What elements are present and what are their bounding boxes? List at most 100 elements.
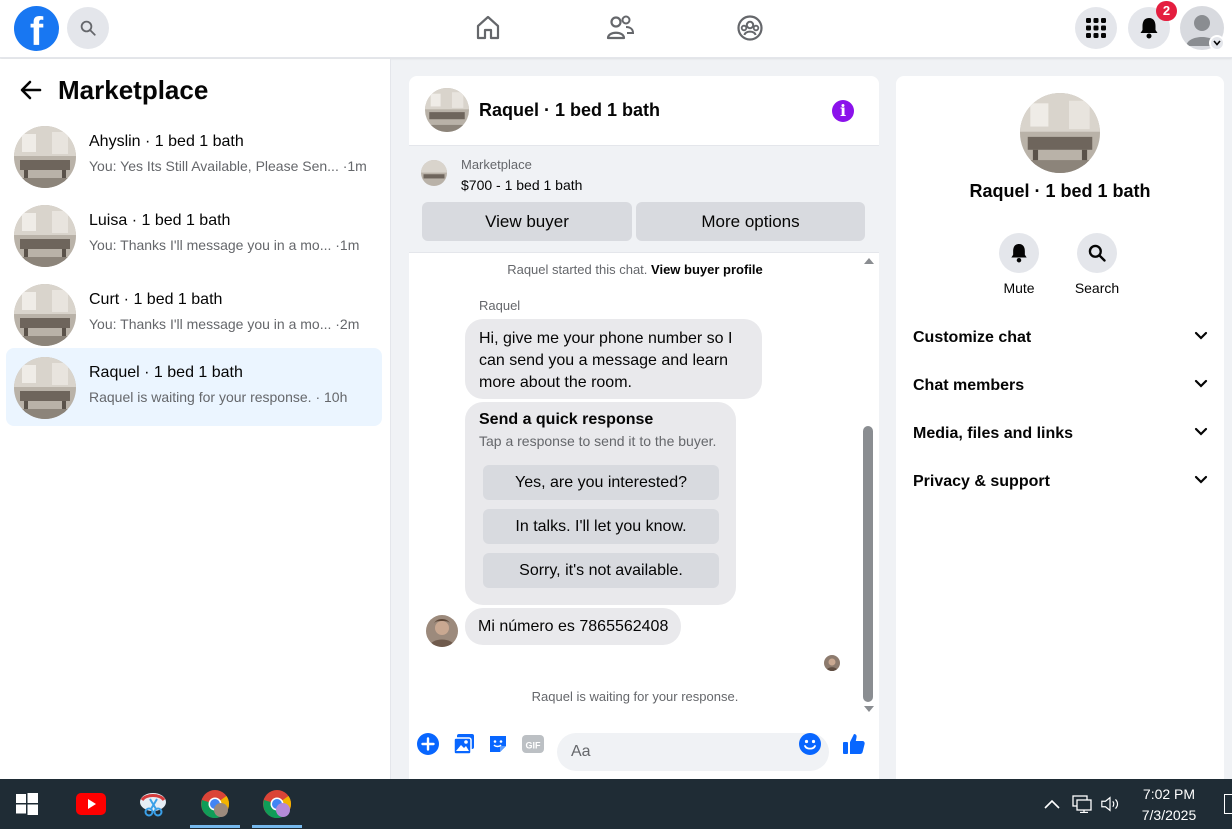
thumbs-up-icon [843,734,865,754]
listing-thumbnail [14,284,76,346]
conversation-title: Ahyslin · 1 bed 1 bath [89,133,244,150]
chrome-icon [201,790,229,819]
scrollbar-thumb[interactable] [863,426,873,702]
listing-thumbnail [421,160,447,186]
facebook-logo-icon[interactable]: f [14,6,59,51]
message-input[interactable] [557,733,829,771]
chrome-icon [263,790,291,819]
quick-response-option[interactable]: In talks. I'll let you know. [483,509,719,544]
back-arrow-icon[interactable] [20,80,42,100]
grid-menu-icon [1086,18,1106,38]
scroll-down-arrow-icon[interactable] [864,706,874,712]
chevron-down-icon [1194,379,1208,388]
conversation-snippet: You: Yes Its Still Available, Please Sen… [89,158,367,174]
listing-thumbnail [14,357,76,419]
chevron-down-icon [1213,40,1221,46]
network-tray-icon[interactable] [1072,794,1092,814]
chrome-profile-taskbar-item[interactable] [261,788,293,820]
message-thread: Raquel started this chat. View buyer pro… [409,254,879,716]
speaker-icon [1101,796,1119,812]
chat-avatar-large[interactable] [1020,93,1100,173]
conversation-item-luisa[interactable]: Luisa · 1 bed 1 bath You: Thanks I'll me… [6,196,382,274]
youtube-taskbar-item[interactable] [75,788,107,820]
incoming-message-bubble[interactable]: Hi, give me your phone number so I can s… [465,319,762,399]
emoji-button[interactable] [798,732,822,756]
message-scrollbar[interactable] [861,254,875,716]
plus-circle-icon [417,733,439,755]
more-options-button[interactable]: More options [636,202,865,241]
listing-price[interactable]: $700 - 1 bed 1 bath [461,177,582,193]
scroll-up-arrow-icon[interactable] [864,258,874,264]
volume-tray-icon[interactable] [1100,794,1120,814]
privacy-support-section[interactable]: Privacy & support [896,461,1224,505]
groups-tab[interactable] [734,12,766,44]
chrome-taskbar-item[interactable] [199,788,231,820]
view-buyer-button[interactable]: View buyer [422,202,632,241]
chat-header: Raquel · 1 bed 1 bath i [409,76,879,146]
sidebar-header: Marketplace [20,73,208,107]
quick-response-subtitle: Tap a response to send it to the buyer. [479,433,717,449]
attach-photo-button[interactable] [452,732,476,756]
chat-title[interactable]: Raquel · 1 bed 1 bath [479,100,660,121]
sender-avatar[interactable] [426,615,458,647]
scissors-icon [140,793,166,817]
groups-icon [737,15,763,41]
quick-response-option[interactable]: Yes, are you interested? [483,465,719,500]
menu-button[interactable] [1075,7,1117,49]
friends-tab[interactable] [604,12,636,44]
home-tab[interactable] [472,12,504,44]
details-title: Raquel · 1 bed 1 bath [969,181,1151,201]
chat-avatar[interactable] [425,88,469,132]
sticker-button[interactable] [486,732,510,756]
chevron-down-icon [1194,427,1208,436]
account-menu-toggle[interactable] [1209,35,1225,51]
quick-response-card: Send a quick response Tap a response to … [465,402,736,605]
show-hidden-icons-button[interactable] [1042,794,1062,814]
quick-response-option[interactable]: Sorry, it's not available. [483,553,719,588]
conversation-item-curt[interactable]: Curt · 1 bed 1 bath You: Thanks I'll mes… [6,275,382,353]
seen-receipt-avatar [824,655,840,671]
search-icon [80,20,96,36]
chat-details-panel: Raquel · 1 bed 1 bath Mute Search Custom… [896,76,1224,779]
customize-chat-section[interactable]: Customize chat [896,317,1224,361]
listing-banner: Marketplace $700 - 1 bed 1 bath View buy… [409,146,879,253]
start-button[interactable] [11,788,43,820]
chat-start-text: Raquel started this chat. [507,262,648,277]
home-icon [476,15,500,40]
clock-date: 7/3/2025 [1141,807,1197,823]
emoji-icon [799,733,821,755]
conversation-item-raquel[interactable]: Raquel · 1 bed 1 bath Raquel is waiting … [6,348,382,426]
gif-button[interactable]: GIF [521,732,545,756]
section-label: Privacy & support [913,473,1050,490]
system-clock[interactable]: 7:02 PM 7/3/2025 [1130,784,1208,826]
listing-source-label: Marketplace [461,157,532,172]
conversation-title: Curt · 1 bed 1 bath [89,291,223,308]
quick-response-title: Send a quick response [479,411,654,428]
search-in-chat-button[interactable] [1077,233,1117,273]
section-label: Customize chat [913,329,1032,346]
info-icon[interactable]: i [832,100,854,122]
send-like-button[interactable] [842,732,866,756]
notification-count-badge: 2 [1156,1,1177,21]
mute-button[interactable] [999,233,1039,273]
svg-text:GIF: GIF [526,741,542,751]
mute-action[interactable]: Mute [989,233,1049,296]
listing-thumbnail [14,126,76,188]
search-action[interactable]: Search [1067,233,1127,296]
search-button[interactable] [67,7,109,49]
more-actions-button[interactable] [416,732,440,756]
gif-icon: GIF [522,735,544,753]
show-desktop-button[interactable] [1224,794,1232,814]
incoming-message-bubble[interactable]: Mi número es 7865562408 [465,608,682,645]
clock-time: 7:02 PM [1142,786,1196,802]
conversation-list-panel: Marketplace Ahyslin · 1 bed 1 bath You: … [0,59,391,779]
conversation-item-ahyslin[interactable]: Ahyslin · 1 bed 1 bath You: Yes Its Stil… [6,117,382,195]
mute-label: Mute [1003,280,1035,296]
snipping-tool-taskbar-item[interactable] [137,788,169,820]
chat-members-section[interactable]: Chat members [896,365,1224,409]
section-label: Chat members [913,377,1025,394]
media-files-links-section[interactable]: Media, files and links [896,413,1224,457]
search-label: Search [1074,280,1120,296]
view-buyer-profile-link[interactable]: View buyer profile [651,262,763,277]
chat-start-notice: Raquel started this chat. View buyer pro… [409,262,861,277]
